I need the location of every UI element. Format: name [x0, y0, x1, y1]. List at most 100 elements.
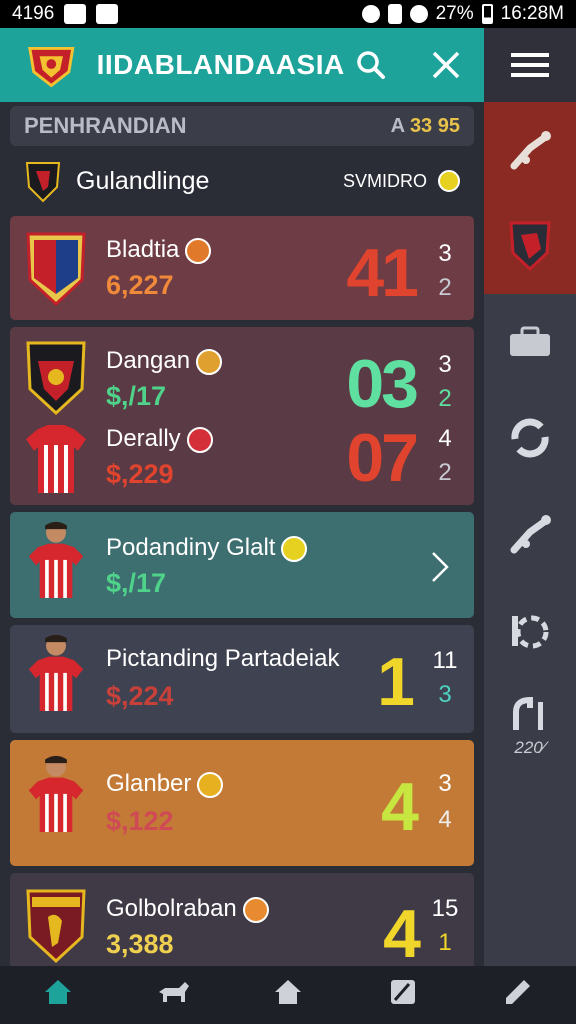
rail-item-bone-2[interactable]	[484, 486, 576, 582]
bottom-nav	[0, 966, 576, 1024]
status-time: 16:28M	[500, 3, 564, 24]
edit-icon	[391, 980, 416, 1004]
team-row: Bladtia 6,227 41 3 2	[10, 220, 474, 311]
app-bar: IIDABLANDAASIA	[0, 28, 484, 102]
match-card[interactable]: Glanber $,122 4 3 4	[10, 740, 474, 866]
team-score: 03	[346, 346, 419, 422]
team-row: Derally $,229 07 4 2	[10, 415, 474, 505]
team-price: $,/17	[106, 381, 167, 411]
team-name: Podandiny Glalt	[106, 534, 308, 562]
team-crest-icon	[26, 889, 86, 964]
team-emoji-icon	[185, 237, 212, 264]
team-subscore-top: 3	[438, 770, 452, 797]
team-subscore-top: 11	[432, 647, 458, 674]
tools-icon	[506, 980, 531, 1004]
bone-icon	[510, 131, 551, 170]
team-score: 4	[381, 769, 419, 845]
rail-item-bone[interactable]	[484, 102, 576, 198]
team-crest-icon	[26, 341, 86, 416]
section-header[interactable]: PENHRANDIAN A 33 95	[10, 106, 474, 146]
team-subscore-bottom: 4	[438, 806, 452, 833]
close-icon	[432, 51, 459, 79]
section-value: A 33 95	[391, 115, 460, 138]
league-code: SVMIDRO	[343, 170, 460, 192]
match-card[interactable]: Pictanding Partadeiak $,224 1 11 3	[10, 625, 474, 733]
refresh-icon	[511, 418, 549, 458]
team-name: Pictanding Partadeiak	[106, 645, 340, 672]
jersey-icon	[26, 425, 86, 493]
section-value-number: 33 95	[409, 114, 460, 137]
match-card[interactable]: Golbolraban 3,388 4 15 1	[10, 873, 474, 966]
team-name: Bladtia	[106, 236, 212, 264]
match-card[interactable]: Dangan $,/17 03 3 2 Derally $,229 07 4 2	[10, 327, 474, 505]
team-price: $,229	[106, 459, 174, 489]
rail-stat-label: 220⁄	[514, 738, 546, 757]
team-subscore-bottom: 2	[438, 274, 452, 301]
dog-icon	[158, 982, 189, 1002]
bone-icon	[510, 515, 551, 554]
nav-animals[interactable]	[125, 978, 221, 1006]
team-subscore-top: 15	[431, 895, 459, 922]
rail-item-stats[interactable]: 220⁄	[484, 678, 576, 774]
team-score: 1	[377, 644, 415, 720]
main-content: PENHRANDIAN A 33 95 Gulandlinge SVMIDRO …	[0, 102, 484, 966]
menu-icon	[511, 53, 549, 77]
team-subscore-top: 4	[438, 425, 452, 452]
team-emoji-icon	[197, 771, 224, 798]
team-subscore-bottom: 2	[438, 385, 452, 412]
team-subscore-top: 3	[438, 351, 452, 378]
match-card[interactable]: Podandiny Glalt $,/17	[10, 512, 474, 618]
rail-item-refresh[interactable]	[484, 390, 576, 486]
nav-house[interactable]	[240, 978, 336, 1006]
team-price: 3,388	[106, 929, 174, 959]
section-label: PENHRANDIAN	[24, 113, 187, 138]
player-avatar-icon	[28, 634, 84, 711]
section-value-prefix: A	[390, 114, 405, 137]
home-icon	[44, 980, 71, 1004]
stats-icon	[513, 696, 543, 730]
search-icon	[357, 51, 386, 79]
team-row: Glanber $,122 4 3 4	[10, 754, 474, 845]
team-crest-icon	[26, 232, 86, 307]
status-bar: 4196 27% 16:28M	[0, 0, 576, 28]
notification-icon	[64, 4, 87, 24]
gear-icon	[512, 615, 549, 649]
house-icon	[274, 980, 301, 1004]
match-card[interactable]: Bladtia 6,227 41 3 2	[10, 216, 474, 320]
club-crest-icon	[509, 221, 551, 272]
mail-icon	[96, 4, 119, 24]
team-name: Glanber	[106, 770, 224, 798]
team-row: Podandiny Glalt $,/17	[10, 516, 474, 606]
rail-item-briefcase[interactable]	[484, 294, 576, 390]
league-row[interactable]: Gulandlinge SVMIDRO	[10, 152, 474, 210]
chevron-right-icon	[432, 552, 449, 582]
team-price: 6,227	[106, 270, 174, 300]
search-button[interactable]	[345, 38, 398, 92]
rail-item-club[interactable]	[484, 198, 576, 294]
team-emoji-icon	[196, 348, 223, 375]
team-price: $,/17	[106, 568, 167, 598]
battery-icon	[481, 4, 493, 24]
team-name: Derally	[106, 425, 213, 453]
menu-button[interactable]	[484, 28, 576, 102]
status-left-text: 4196	[12, 3, 55, 24]
alarm-icon	[361, 5, 380, 23]
player-avatar-icon	[28, 521, 84, 598]
nav-home[interactable]	[10, 978, 106, 1006]
nav-tools[interactable]	[470, 978, 566, 1006]
team-row: Golbolraban 3,388 4 15 1	[10, 881, 474, 966]
rail-item-settings[interactable]	[484, 582, 576, 678]
team-row: Pictanding Partadeiak $,224 1 11 3	[10, 629, 474, 720]
close-button[interactable]	[419, 38, 472, 92]
team-subscore-bottom: 3	[438, 681, 452, 708]
battery-percent: 27%	[435, 3, 474, 24]
team-row: Dangan $,/17 03 3 2	[10, 331, 474, 422]
team-emoji-icon	[281, 535, 308, 562]
club-logo-icon	[28, 46, 75, 88]
ball-icon	[438, 170, 460, 192]
nav-edit[interactable]	[355, 978, 451, 1006]
side-rail: 220⁄	[484, 28, 576, 966]
app-title: IIDABLANDAASIA	[96, 49, 345, 80]
team-emoji-icon	[186, 426, 213, 453]
team-score: 4	[383, 896, 421, 966]
